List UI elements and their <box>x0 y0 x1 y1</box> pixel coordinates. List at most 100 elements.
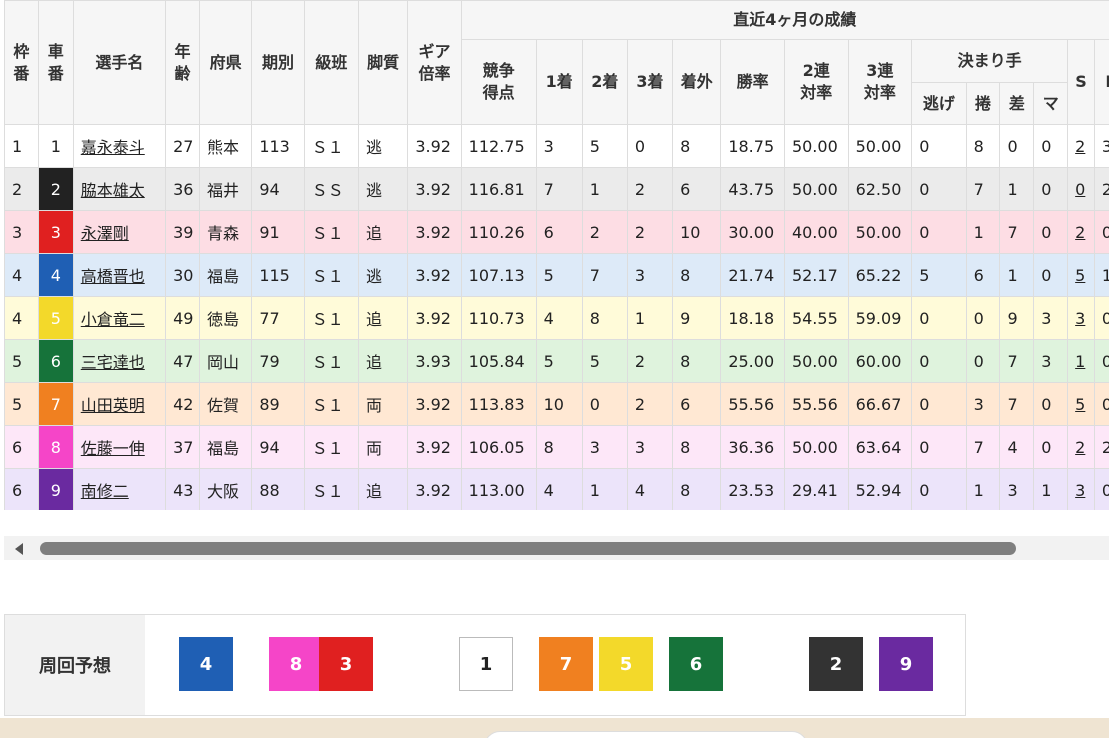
first-cell: 5 <box>535 253 583 297</box>
pref-cell: 佐賀 <box>198 382 253 426</box>
ma-cell: 0 <box>1033 210 1069 254</box>
third-cell: 3 <box>626 425 674 469</box>
header-gear: ギア倍率 <box>407 0 462 125</box>
player-name-link[interactable]: 南修二 <box>81 482 129 501</box>
lap-forecast-panel: 周回予想 483 1756 29 <box>4 614 966 716</box>
sashi-cell: 4 <box>999 425 1035 469</box>
player-name-link[interactable]: 山田英明 <box>81 396 145 415</box>
r3-cell: 50.00 <box>847 124 913 168</box>
header-ma: マ <box>1033 82 1069 125</box>
player-name-cell: 脇本雄太 <box>72 167 167 211</box>
s-cell[interactable]: 0 <box>1067 167 1095 211</box>
table-row: 6 9 南修二 43 大阪 88 Ｓ１ 追 3.92 113.00 4 1 4 8 23.53 29.41 52… <box>4 468 1109 510</box>
header-rate3: 3連対率 <box>847 39 913 125</box>
pref-cell: 青森 <box>198 210 253 254</box>
term-cell: 79 <box>251 339 305 383</box>
waku-cell: 6 <box>4 468 39 510</box>
nige-cell: 0 <box>911 468 967 510</box>
car-number-cell: 2 <box>37 167 74 211</box>
table-row: 3 3 永澤剛 39 青森 91 Ｓ１ 追 3.92 110.26 6 2 2 10 30.00 40.00 5… <box>4 210 1109 254</box>
header-class: 級班 <box>303 0 360 125</box>
ma-cell: 0 <box>1033 124 1069 168</box>
player-name-cell: 嘉永泰斗 <box>72 124 167 168</box>
s-cell[interactable]: 2 <box>1067 124 1095 168</box>
gear-cell: 3.92 <box>407 253 462 297</box>
header-term: 期別 <box>251 0 305 125</box>
nige-cell: 0 <box>911 382 967 426</box>
table-row: 5 7 山田英明 42 佐賀 89 Ｓ１ 両 3.92 113.83 10 0 2 6 55.56 55.56… <box>4 382 1109 426</box>
nige-cell: 5 <box>911 253 967 297</box>
scroll-left-arrow-icon[interactable] <box>15 543 23 555</box>
style-cell: 追 <box>358 210 409 254</box>
second-cell: 1 <box>581 468 628 510</box>
forecast-car-9: 9 <box>879 637 933 691</box>
style-cell: 追 <box>358 468 409 510</box>
entry-table: 枠番 車番 選手名 年齢 府県 期別 級班 脚質 ギア倍率 直近4ヶ月の成績 競… <box>4 0 1109 510</box>
forecast-car-4: 4 <box>179 637 233 691</box>
s-cell[interactable]: 5 <box>1067 253 1095 297</box>
sashi-cell: 9 <box>999 296 1035 340</box>
table-row: 4 4 高橋晋也 30 福島 115 Ｓ１ 逃 3.92 107.13 5 7 3 8 21.74 52.17… <box>4 253 1109 297</box>
style-cell: 逃 <box>358 124 409 168</box>
s-cell[interactable]: 1 <box>1067 339 1095 383</box>
forecast-car-3: 3 <box>319 637 373 691</box>
player-name-link[interactable]: 永澤剛 <box>81 224 129 243</box>
out-cell: 8 <box>672 468 722 510</box>
class-cell: Ｓ１ <box>303 210 360 254</box>
age-cell: 49 <box>165 296 200 340</box>
bottom-pill-button[interactable] <box>484 731 808 738</box>
waku-cell: 2 <box>4 167 39 211</box>
makuri-cell: 7 <box>965 425 1001 469</box>
header-first: 1着 <box>535 39 583 125</box>
first-cell: 8 <box>535 425 583 469</box>
horizontal-scrollbar[interactable] <box>4 536 1109 560</box>
forecast-car-8: 8 <box>269 637 323 691</box>
s-cell[interactable]: 3 <box>1067 296 1095 340</box>
table-row: 4 5 小倉竜二 49 徳島 77 Ｓ１ 追 3.92 110.73 4 8 1 9 18.18 54.55 5… <box>4 296 1109 340</box>
sashi-cell: 7 <box>999 210 1035 254</box>
player-name-link[interactable]: 高橋晋也 <box>81 267 145 286</box>
header-out: 着外 <box>672 39 722 125</box>
term-cell: 89 <box>251 382 305 426</box>
second-cell: 1 <box>581 167 628 211</box>
win-cell: 21.74 <box>720 253 785 297</box>
out-cell: 8 <box>672 253 722 297</box>
s-cell[interactable]: 3 <box>1067 468 1095 510</box>
sashi-cell: 7 <box>999 339 1035 383</box>
player-name-link[interactable]: 三宅達也 <box>81 353 145 372</box>
player-name-link[interactable]: 嘉永泰斗 <box>81 138 145 157</box>
r3-cell: 60.00 <box>847 339 913 383</box>
waku-cell: 3 <box>4 210 39 254</box>
player-name-link[interactable]: 佐藤一伸 <box>81 439 145 458</box>
player-name-link[interactable]: 小倉竜二 <box>81 310 145 329</box>
table-row: 6 8 佐藤一伸 37 福島 94 Ｓ１ 両 3.92 106.05 8 3 3 8 36.36 50.00 6… <box>4 425 1109 469</box>
term-cell: 115 <box>251 253 305 297</box>
b-cell: 0 <box>1093 296 1109 340</box>
second-cell: 0 <box>581 382 628 426</box>
player-name-cell: 高橋晋也 <box>72 253 167 297</box>
out-cell: 6 <box>672 167 722 211</box>
gear-cell: 3.92 <box>407 124 462 168</box>
pref-cell: 大阪 <box>198 468 253 510</box>
scrollbar-thumb[interactable] <box>40 542 1016 555</box>
second-cell: 5 <box>581 339 628 383</box>
s-cell[interactable]: 2 <box>1067 425 1095 469</box>
second-cell: 7 <box>581 253 628 297</box>
b-cell: 0 <box>1093 382 1109 426</box>
r3-cell: 59.09 <box>847 296 913 340</box>
s-cell[interactable]: 2 <box>1067 210 1095 254</box>
win-cell: 18.75 <box>720 124 785 168</box>
pref-cell: 熊本 <box>198 124 253 168</box>
header-score: 競争得点 <box>460 39 537 125</box>
lap-forecast-label: 周回予想 <box>5 615 145 715</box>
third-cell: 2 <box>626 167 674 211</box>
table-row: 1 1 嘉永泰斗 27 熊本 113 Ｓ１ 逃 3.92 112.75 3 5 0 8 18.75 50.00… <box>4 124 1109 168</box>
s-cell[interactable]: 5 <box>1067 382 1095 426</box>
player-name-cell: 三宅達也 <box>72 339 167 383</box>
entry-table-container[interactable]: 枠番 車番 選手名 年齢 府県 期別 級班 脚質 ギア倍率 直近4ヶ月の成績 競… <box>4 0 1109 510</box>
player-name-link[interactable]: 脇本雄太 <box>81 181 145 200</box>
makuri-cell: 8 <box>965 124 1001 168</box>
first-cell: 7 <box>535 167 583 211</box>
table-row: 2 2 脇本雄太 36 福井 94 ＳＳ 逃 3.92 116.81 7 1 2 6 43.75 50.00 6… <box>4 167 1109 211</box>
age-cell: 27 <box>165 124 200 168</box>
